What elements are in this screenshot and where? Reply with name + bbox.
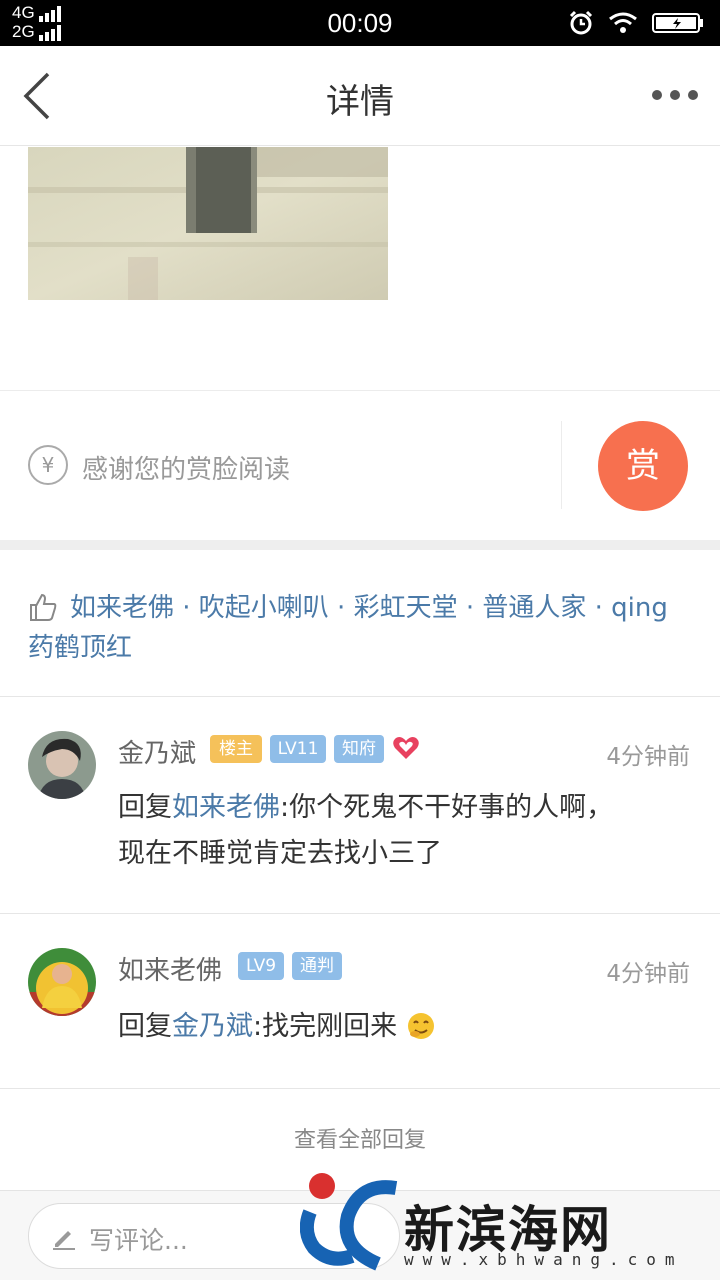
avatar[interactable] xyxy=(28,948,96,1016)
comment-item: 金乃斌 楼主 LV11 知府 4分钟前 回复如来老佛:你个死鬼不干好事的人啊， … xyxy=(0,697,720,914)
commenter-name[interactable]: 如来老佛 xyxy=(118,950,222,987)
site-watermark: 新滨海网 www.xbhwang.com xyxy=(300,1172,720,1280)
reward-text: 感谢您的赏脸阅读 xyxy=(82,455,291,485)
level-badge: LV11 xyxy=(270,735,326,763)
avatar[interactable] xyxy=(28,731,96,799)
battery-icon xyxy=(652,13,703,33)
status-bar: 4G 2G 00:09 xyxy=(0,0,720,46)
reply-prefix: 回复 xyxy=(118,792,172,823)
dot-icon xyxy=(652,90,662,100)
comment-body: :你个死鬼不干好事的人啊， xyxy=(280,792,614,823)
view-all-replies-link[interactable]: 查看全部回复 xyxy=(0,1122,720,1154)
comment-text: 回复如来老佛:你个死鬼不干好事的人啊， 现在不睡觉肯定去找小三了 xyxy=(118,785,678,877)
app-header: 详情 xyxy=(0,46,720,146)
avatar-image xyxy=(28,731,96,799)
commenter-name[interactable]: 金乃斌 xyxy=(118,733,196,770)
likes-list[interactable]: 如来老佛 · 吹起小喇叭 · 彩虹天堂 · 普通人家 · qing xyxy=(28,588,668,628)
yen-icon: ¥ xyxy=(28,445,68,485)
more-options-button[interactable] xyxy=(652,90,698,100)
comment-item: 如来老佛 LV9 通判 4分钟前 回复金乃斌:找完刚回来 xyxy=(0,914,720,1089)
wifi-icon xyxy=(609,12,637,33)
reward-section: ¥ 感谢您的赏脸阅读 赏 xyxy=(0,390,720,540)
thumbs-up-icon xyxy=(30,593,57,621)
comment-time: 4分钟前 xyxy=(606,961,690,987)
comment-body: :找完刚回来 xyxy=(253,1011,398,1042)
dot-icon xyxy=(670,90,680,100)
level-badge: LV9 xyxy=(238,952,284,980)
section-divider xyxy=(0,540,720,550)
watermark-logo xyxy=(300,1173,398,1271)
page-title: 详情 xyxy=(326,82,394,122)
reply-prefix: 回复 xyxy=(118,1011,172,1042)
mention-link[interactable]: 金乃斌 xyxy=(172,1011,253,1042)
likes-section: 如来老佛 · 吹起小喇叭 · 彩虹天堂 · 普通人家 · qing 药鹤顶红 xyxy=(0,550,720,697)
status-icons xyxy=(568,10,704,36)
pencil-icon xyxy=(53,1231,75,1250)
avatar-image xyxy=(28,948,96,1016)
comment-body-line2: 现在不睡觉肯定去找小三了 xyxy=(118,838,442,869)
divider xyxy=(561,421,562,509)
mention-link[interactable]: 如来老佛 xyxy=(172,792,280,823)
rank-badge: 知府 xyxy=(334,735,384,763)
post-image[interactable] xyxy=(28,147,388,300)
photo xyxy=(28,147,388,300)
comment-time: 4分钟前 xyxy=(606,744,690,770)
likes-names-continued[interactable]: 药鹤顶红 xyxy=(28,628,132,668)
rank-badge: 通判 xyxy=(292,952,342,980)
likes-names[interactable]: 如来老佛 · 吹起小喇叭 · 彩虹天堂 · 普通人家 · qing xyxy=(70,593,668,623)
heart-icon xyxy=(393,737,419,759)
comment-placeholder: 写评论... xyxy=(89,1226,188,1255)
host-badge: 楼主 xyxy=(210,735,262,763)
comment-text: 回复金乃斌:找完刚回来 xyxy=(118,1004,678,1050)
watermark-url: www.xbhwang.com xyxy=(404,1250,684,1269)
emoji-icon xyxy=(407,1013,434,1039)
reward-button[interactable]: 赏 xyxy=(598,421,688,511)
alarm-icon xyxy=(569,10,593,35)
dot-icon xyxy=(688,90,698,100)
